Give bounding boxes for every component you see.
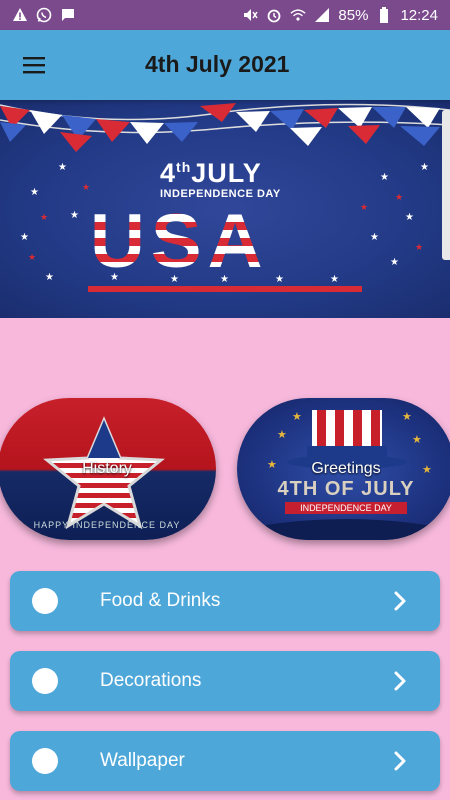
- list-item-label: Decorations: [100, 670, 202, 691]
- app-bar: 4th July 2021: [0, 30, 450, 100]
- chevron-right-icon: [394, 671, 406, 691]
- bullet-icon: [32, 668, 58, 694]
- svg-text:★: ★: [292, 410, 302, 423]
- status-time: 12:24: [400, 6, 438, 24]
- svg-text:★: ★: [395, 193, 403, 203]
- battery-icon: [376, 7, 392, 23]
- status-left-icons: [12, 7, 76, 23]
- mute-icon: [242, 7, 259, 23]
- bullet-icon: [32, 588, 58, 614]
- svg-text:★: ★: [82, 183, 90, 193]
- svg-text:★: ★: [420, 162, 429, 173]
- svg-text:★: ★: [40, 213, 48, 223]
- svg-text:★: ★: [45, 272, 54, 283]
- svg-text:★: ★: [415, 243, 423, 253]
- category-label-greetings: Greetings: [311, 460, 381, 477]
- app-title: 4th July 2021: [145, 51, 290, 77]
- category-card-history[interactable]: History HAPPY INDEPENDENCE DAY: [0, 398, 216, 540]
- svg-text:★: ★: [58, 162, 67, 173]
- svg-text:★: ★: [370, 232, 379, 243]
- svg-text:★: ★: [330, 274, 339, 285]
- whatsapp-icon: [36, 7, 52, 23]
- svg-text:★: ★: [380, 172, 389, 183]
- svg-text:★: ★: [28, 253, 36, 263]
- banner-underline: [88, 286, 362, 292]
- banner-scroll-indicator: [442, 110, 450, 260]
- alarm-icon: [266, 7, 282, 23]
- menu-button[interactable]: [0, 30, 70, 100]
- svg-text:★: ★: [70, 210, 79, 221]
- list-item-label: Wallpaper: [100, 750, 185, 771]
- category-label-history: History: [82, 460, 132, 477]
- banner-usa-text: USA: [90, 199, 269, 284]
- wifi-icon: [290, 7, 307, 23]
- message-icon: [60, 7, 76, 23]
- banner-headline: 4thJULY: [160, 158, 262, 188]
- status-bar: 85% 12:24: [0, 0, 450, 30]
- signal-icon: [314, 7, 330, 23]
- svg-text:★: ★: [390, 257, 399, 268]
- bullet-icon: [32, 748, 58, 774]
- svg-text:★: ★: [360, 203, 368, 213]
- menu-icon: [23, 57, 45, 74]
- greetings-image-subtext: INDEPENDENCE DAY: [285, 502, 407, 514]
- svg-text:★: ★: [405, 212, 414, 223]
- greetings-image-text: 4TH OF JULY: [277, 478, 415, 500]
- list-item-food-drinks[interactable]: Food & Drinks: [10, 571, 440, 631]
- svg-text:★: ★: [20, 232, 29, 243]
- svg-text:★: ★: [30, 187, 39, 198]
- list-item-decorations[interactable]: Decorations: [10, 651, 440, 711]
- warning-icon: [12, 7, 28, 23]
- svg-text:★: ★: [412, 433, 422, 446]
- chevron-right-icon: [394, 751, 406, 771]
- svg-text:★: ★: [277, 428, 287, 441]
- svg-text:★: ★: [402, 410, 412, 423]
- list-item-wallpaper[interactable]: Wallpaper: [10, 731, 440, 791]
- svg-text:★: ★: [275, 274, 284, 285]
- battery-percent: 85%: [338, 6, 369, 24]
- status-right-icons: 85% 12:24: [242, 7, 438, 24]
- banner-image: ★★★ ★★★ ★★★ ★★★ ★★★ ★★★ ★★★ 4thJULY INDE…: [0, 100, 450, 318]
- chevron-right-icon: [394, 591, 406, 611]
- category-caption-history: HAPPY INDEPENDENCE DAY: [33, 520, 181, 530]
- list-item-label: Food & Drinks: [100, 590, 221, 611]
- category-card-greetings[interactable]: ★ ★ ★ ★ ★ ★ Greetings 4TH OF JULY INDEPENDEN…: [237, 398, 450, 540]
